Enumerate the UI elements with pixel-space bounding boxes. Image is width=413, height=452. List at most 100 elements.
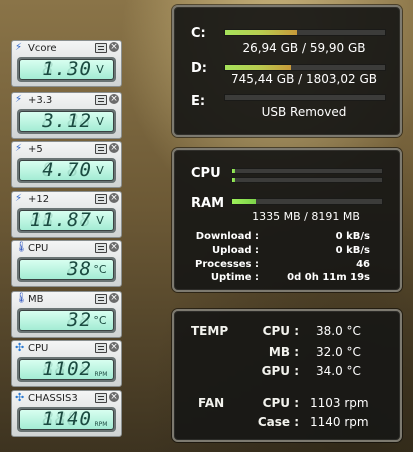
close-icon[interactable]: × bbox=[109, 242, 119, 252]
cpu-label: CPU bbox=[191, 166, 221, 181]
temp-cpu-label: CPU : bbox=[262, 324, 299, 338]
processes-label: Processes : bbox=[195, 259, 259, 270]
sensor-gadget-4-12[interactable]: ⚡ +12 × 88.88 11.87 V bbox=[11, 191, 122, 238]
fan-icon: ✣ bbox=[15, 341, 25, 354]
menu-icon[interactable] bbox=[95, 194, 107, 204]
lightning-icon: ⚡ bbox=[15, 143, 23, 154]
download-label: Download : bbox=[195, 231, 259, 242]
sensor-gadget-8-chassis3[interactable]: ✣ CHASSIS3 × 8888 1140 RPM bbox=[11, 390, 122, 437]
gadget-unit: °C bbox=[93, 263, 107, 276]
gadget-label: CHASSIS3 bbox=[28, 393, 78, 404]
close-icon[interactable]: × bbox=[109, 42, 119, 52]
temp-cpu-value: 38.0 °C bbox=[316, 324, 361, 338]
menu-icon[interactable] bbox=[95, 343, 107, 353]
upload-value: 0 kB/s bbox=[335, 245, 370, 256]
gadget-value: 1102 bbox=[42, 358, 92, 380]
drive-e-bar bbox=[224, 94, 386, 101]
gadget-display: 88.88 11.87 V bbox=[17, 208, 116, 233]
sensor-gadget-3-5[interactable]: ⚡ +5 × 8.88 4.70 V bbox=[11, 141, 122, 188]
sensor-gadget-6-mb[interactable]: 🌡 MB × 88 32 °C bbox=[11, 291, 122, 338]
lightning-icon: ⚡ bbox=[15, 94, 23, 105]
fan-case-value: 1140 rpm bbox=[310, 415, 369, 429]
drive-c-info: 26,94 GB / 59,90 GB bbox=[242, 41, 366, 55]
drive-d-letter: D: bbox=[191, 61, 207, 76]
gadget-display: 8888 1102 RPM bbox=[17, 357, 116, 382]
download-value: 0 kB/s bbox=[335, 231, 370, 242]
upload-label: Upload : bbox=[212, 245, 259, 256]
close-icon[interactable]: × bbox=[109, 392, 119, 402]
gadget-unit: V bbox=[96, 164, 104, 177]
gadget-header[interactable]: ⚡ +5 × bbox=[12, 142, 121, 157]
sensor-gadget-2-33[interactable]: ⚡ +3.3 × 8.88 3.12 V bbox=[11, 92, 122, 139]
drive-c-letter: C: bbox=[191, 26, 206, 41]
menu-icon[interactable] bbox=[95, 144, 107, 154]
uptime-label: Uptime : bbox=[210, 272, 259, 283]
cpu-core-1-bar bbox=[231, 168, 383, 174]
gadget-label: +5 bbox=[28, 144, 43, 155]
gadget-display: 8.88 1.30 V bbox=[17, 57, 116, 82]
gadget-header[interactable]: ⚡ Vcore × bbox=[12, 41, 121, 56]
gadget-unit: °C bbox=[93, 314, 107, 327]
drive-e-info: USB Removed bbox=[261, 105, 347, 119]
sensor-gadget-1-vcore[interactable]: ⚡ Vcore × 8.88 1.30 V bbox=[11, 40, 122, 87]
gadget-label: +12 bbox=[28, 194, 50, 205]
drive-d-bar-fill bbox=[225, 65, 291, 70]
ram-bar-fill bbox=[232, 199, 256, 204]
fan-case-label: Case : bbox=[257, 415, 299, 429]
menu-icon[interactable] bbox=[95, 43, 107, 53]
gadget-unit: V bbox=[96, 214, 104, 227]
gadget-label: MB bbox=[28, 294, 44, 305]
lightning-icon: ⚡ bbox=[15, 42, 23, 53]
gadget-value: 38 bbox=[67, 258, 92, 280]
system-panel: CPU RAM 1335 MB / 8191 MB Download : 0 k… bbox=[172, 148, 402, 292]
gadget-header[interactable]: 🌡 CPU × bbox=[12, 241, 121, 256]
cpu-core-1-bar-fill bbox=[232, 169, 235, 173]
gadget-display: 8.88 3.12 V bbox=[17, 109, 116, 134]
ram-info: 1335 MB / 8191 MB bbox=[252, 210, 360, 223]
thermometer-icon: 🌡 bbox=[15, 293, 28, 304]
gadget-unit: V bbox=[96, 63, 104, 76]
temp-mb-label: MB : bbox=[268, 345, 299, 359]
gadget-display: 8.88 4.70 V bbox=[17, 158, 116, 183]
gadget-header[interactable]: 🌡 MB × bbox=[12, 292, 121, 307]
temp-gpu-value: 34.0 °C bbox=[316, 364, 361, 378]
close-icon[interactable]: × bbox=[109, 143, 119, 153]
gadget-label: Vcore bbox=[28, 43, 57, 54]
gadget-value: 1140 bbox=[42, 408, 92, 430]
ram-bar bbox=[231, 198, 383, 205]
close-icon[interactable]: × bbox=[109, 94, 119, 104]
sensor-gadget-5-cpu[interactable]: 🌡 CPU × 88 38 °C bbox=[11, 240, 122, 287]
drive-d-info: 745,44 GB / 1803,02 GB bbox=[231, 72, 377, 86]
gadget-value: 3.12 bbox=[42, 110, 92, 132]
gadget-label: CPU bbox=[28, 343, 49, 354]
menu-icon[interactable] bbox=[95, 243, 107, 253]
menu-icon[interactable] bbox=[95, 294, 107, 304]
sensors-panel: TEMP CPU : 38.0 °C MB : 32.0 °C GPU : 34… bbox=[172, 309, 402, 442]
processes-value: 46 bbox=[356, 259, 370, 270]
gadget-header[interactable]: ✣ CPU × bbox=[12, 341, 121, 356]
cpu-core-2-bar-fill bbox=[232, 178, 235, 182]
gadget-value: 4.70 bbox=[42, 159, 92, 181]
menu-icon[interactable] bbox=[95, 393, 107, 403]
ram-label: RAM bbox=[191, 196, 225, 211]
gadget-header[interactable]: ✣ CHASSIS3 × bbox=[12, 391, 121, 406]
gadget-label: CPU bbox=[28, 243, 49, 254]
close-icon[interactable]: × bbox=[109, 342, 119, 352]
gadget-header[interactable]: ⚡ +12 × bbox=[12, 192, 121, 207]
drive-c-bar-fill bbox=[225, 30, 297, 35]
fan-cpu-label: CPU : bbox=[262, 396, 299, 410]
cpu-core-2-bar bbox=[231, 177, 383, 183]
close-icon[interactable]: × bbox=[109, 193, 119, 203]
drive-d-bar bbox=[224, 64, 386, 71]
gadget-display: 88 38 °C bbox=[17, 257, 116, 282]
menu-icon[interactable] bbox=[95, 95, 107, 105]
fan-icon: ✣ bbox=[15, 391, 25, 404]
drive-c-bar bbox=[224, 29, 386, 36]
gadget-unit: RPM bbox=[94, 421, 108, 428]
gadget-header[interactable]: ⚡ +3.3 × bbox=[12, 93, 121, 108]
temp-mb-value: 32.0 °C bbox=[316, 345, 361, 359]
close-icon[interactable]: × bbox=[109, 293, 119, 303]
sensor-gadget-7-cpu[interactable]: ✣ CPU × 8888 1102 RPM bbox=[11, 340, 122, 387]
temp-title: TEMP bbox=[191, 324, 229, 338]
uptime-value: 0d 0h 11m 19s bbox=[287, 272, 370, 283]
